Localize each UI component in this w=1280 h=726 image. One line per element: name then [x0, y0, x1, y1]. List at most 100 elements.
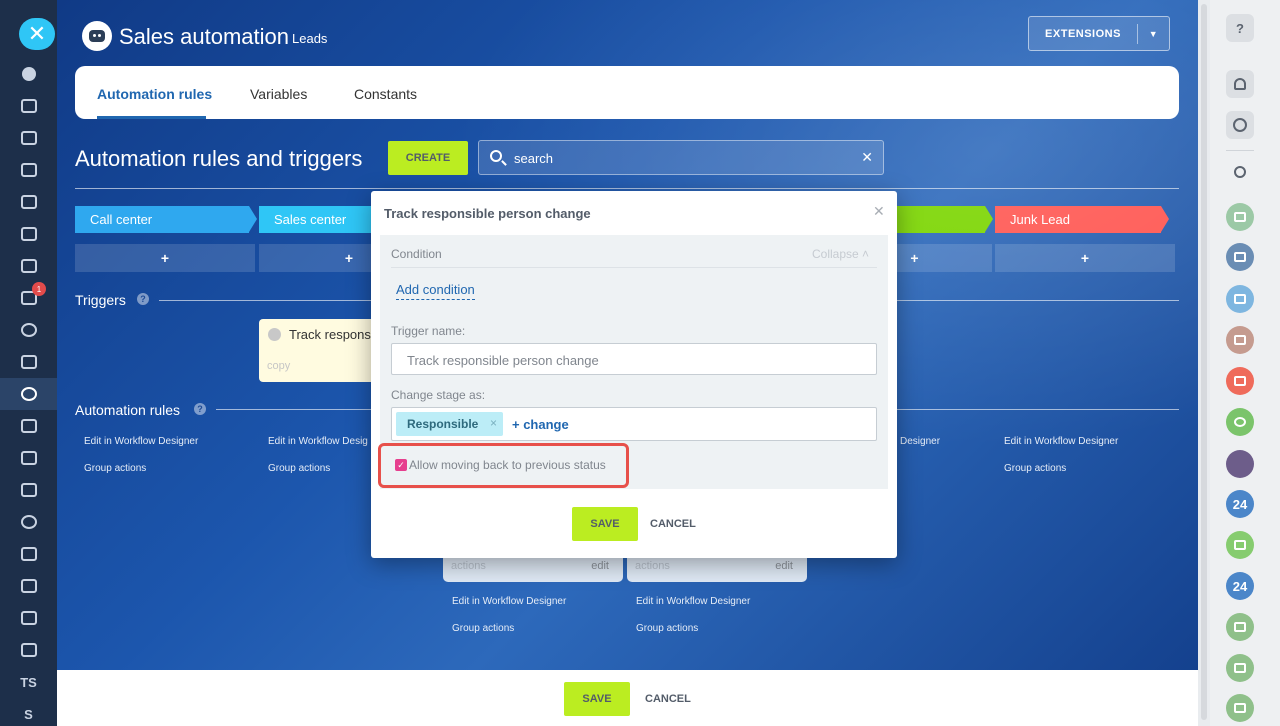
edit-in-designer-link[interactable]: Edit in Workflow Designer	[636, 596, 750, 607]
change-stage-label: Change stage as:	[391, 388, 486, 402]
chat-icon[interactable]	[0, 122, 57, 154]
trigger-name-label: Trigger name:	[391, 324, 466, 338]
marketing-icon[interactable]	[0, 602, 57, 634]
remove-tag-icon[interactable]: ×	[490, 416, 497, 430]
add-trigger-button[interactable]: +	[995, 244, 1175, 272]
dialog-title: Track responsible person change	[384, 206, 591, 221]
contact-card-avatar[interactable]	[1226, 203, 1254, 231]
search-icon	[490, 150, 502, 162]
chevron-down-icon[interactable]: ▼	[1138, 29, 1169, 39]
tab-automation-rules[interactable]: Automation rules	[97, 86, 212, 102]
automation-card[interactable]: actions edit	[627, 555, 807, 582]
bottom-bar: SAVE CANCEL	[57, 670, 1198, 726]
section-title: Automation rules and triggers	[75, 146, 363, 171]
scrollbar[interactable]	[1198, 0, 1210, 726]
page-title: Sales automation	[119, 24, 289, 49]
dialog-save-button[interactable]: SAVE	[572, 507, 638, 541]
edit-link[interactable]: edit	[775, 560, 793, 572]
lock-avatar[interactable]	[1226, 367, 1254, 395]
add-condition-link[interactable]: Add condition	[396, 282, 475, 300]
bitrix24-avatar[interactable]: 24	[1226, 490, 1254, 518]
allow-back-label[interactable]: Allow moving back to previous status	[409, 458, 606, 472]
clear-icon[interactable]: ✕	[861, 149, 873, 166]
group-avatar[interactable]	[1226, 613, 1254, 641]
search-input[interactable]: search ✕	[478, 140, 884, 175]
close-icon[interactable]: ✕	[19, 18, 55, 50]
robot-icon[interactable]	[0, 442, 57, 474]
contacts-icon[interactable]	[0, 346, 57, 378]
dialog-cancel-button[interactable]: CANCEL	[650, 518, 696, 530]
close-icon[interactable]: ✕	[873, 203, 885, 220]
documents-icon[interactable]	[0, 218, 57, 250]
feed-icon[interactable]	[0, 58, 57, 90]
mail-icon[interactable]: 1	[0, 282, 57, 314]
edit-in-designer-link[interactable]: Edit in Workflow Designer	[1004, 436, 1118, 447]
group-actions-link[interactable]: Group actions	[1004, 463, 1066, 474]
trigger-name: Track respons	[289, 327, 371, 342]
cancel-button[interactable]: CANCEL	[645, 693, 691, 705]
help-icon[interactable]: ?	[194, 403, 206, 415]
actions-link[interactable]: actions	[451, 560, 486, 572]
trigger-name-field[interactable]: Track responsible person change	[391, 343, 877, 375]
rail-item-s[interactable]: S	[0, 698, 57, 726]
group-avatar[interactable]	[1226, 654, 1254, 682]
drive-icon[interactable]	[0, 250, 57, 282]
rail-icons: 1 TS S	[0, 58, 57, 726]
bell-icon[interactable]	[1226, 70, 1254, 98]
allow-back-checkbox[interactable]: ✓	[395, 459, 407, 471]
lock-avatar[interactable]	[1226, 531, 1254, 559]
group-actions-link[interactable]: Group actions	[452, 623, 514, 634]
actions-link[interactable]: actions	[635, 560, 670, 572]
group-actions-link[interactable]: Group actions	[84, 463, 146, 474]
automation-card[interactable]: actions edit	[443, 555, 623, 582]
search-icon[interactable]	[1226, 158, 1254, 186]
active-tab-underline	[97, 116, 206, 119]
shop-cart-icon[interactable]	[0, 410, 57, 442]
crm-filter-icon[interactable]	[0, 378, 57, 410]
extensions-label: EXTENSIONS	[1045, 27, 1121, 40]
save-button[interactable]: SAVE	[564, 682, 630, 716]
bitrix24-avatar[interactable]: 24	[1226, 572, 1254, 600]
collapse-link[interactable]: Collapse ˄	[812, 247, 869, 261]
bank-icon[interactable]	[0, 474, 57, 506]
calendar-avatar[interactable]	[1226, 285, 1254, 313]
trigger-card[interactable]: Track respons copy	[259, 319, 389, 382]
group-chat-avatar[interactable]	[1226, 243, 1254, 271]
groups-icon[interactable]	[0, 314, 57, 346]
code-icon[interactable]	[0, 634, 57, 666]
sign-icon[interactable]	[0, 538, 57, 570]
trigger-settings-dialog: Track responsible person change ✕ Condit…	[371, 191, 897, 558]
photo-avatar[interactable]	[1226, 450, 1254, 478]
edit-in-designer-link[interactable]: Edit in Workflow Desig	[268, 436, 368, 447]
robot-icon	[82, 21, 112, 51]
edit-in-designer-link[interactable]: Designer	[900, 436, 940, 447]
add-trigger-button[interactable]: +	[75, 244, 255, 272]
extensions-button[interactable]: EXTENSIONS ▼	[1028, 16, 1170, 51]
stage-call-center: Call center	[75, 206, 257, 233]
create-button[interactable]: CREATE	[388, 141, 468, 175]
edit-in-designer-link[interactable]: Edit in Workflow Designer	[452, 596, 566, 607]
group-avatar[interactable]	[1226, 694, 1254, 722]
box-icon[interactable]	[0, 570, 57, 602]
group-actions-link[interactable]: Group actions	[268, 463, 330, 474]
help-icon[interactable]: ?	[137, 293, 149, 305]
copy-link[interactable]: copy	[267, 360, 290, 372]
news-icon[interactable]	[0, 90, 57, 122]
mail-badge: 1	[32, 282, 46, 296]
user-avatar[interactable]	[1226, 408, 1254, 436]
rail-item-ts[interactable]: TS	[0, 666, 57, 698]
chat-icon[interactable]	[1226, 111, 1254, 139]
calendar-icon[interactable]	[0, 186, 57, 218]
target-icon[interactable]	[0, 506, 57, 538]
tab-variables[interactable]: Variables	[250, 86, 307, 102]
group-actions-link[interactable]: Group actions	[636, 623, 698, 634]
tasks-icon[interactable]	[0, 154, 57, 186]
tab-constants[interactable]: Constants	[354, 86, 417, 102]
edit-in-designer-link[interactable]: Edit in Workflow Designer	[84, 436, 198, 447]
change-stage-field[interactable]: Responsible × + change	[391, 407, 877, 441]
add-change-link[interactable]: + change	[512, 417, 569, 432]
contact-card-avatar[interactable]	[1226, 326, 1254, 354]
edit-link[interactable]: edit	[591, 560, 609, 572]
help-icon[interactable]: ?	[1226, 14, 1254, 42]
tabs-card: Automation rules Variables Constants	[75, 66, 1179, 119]
